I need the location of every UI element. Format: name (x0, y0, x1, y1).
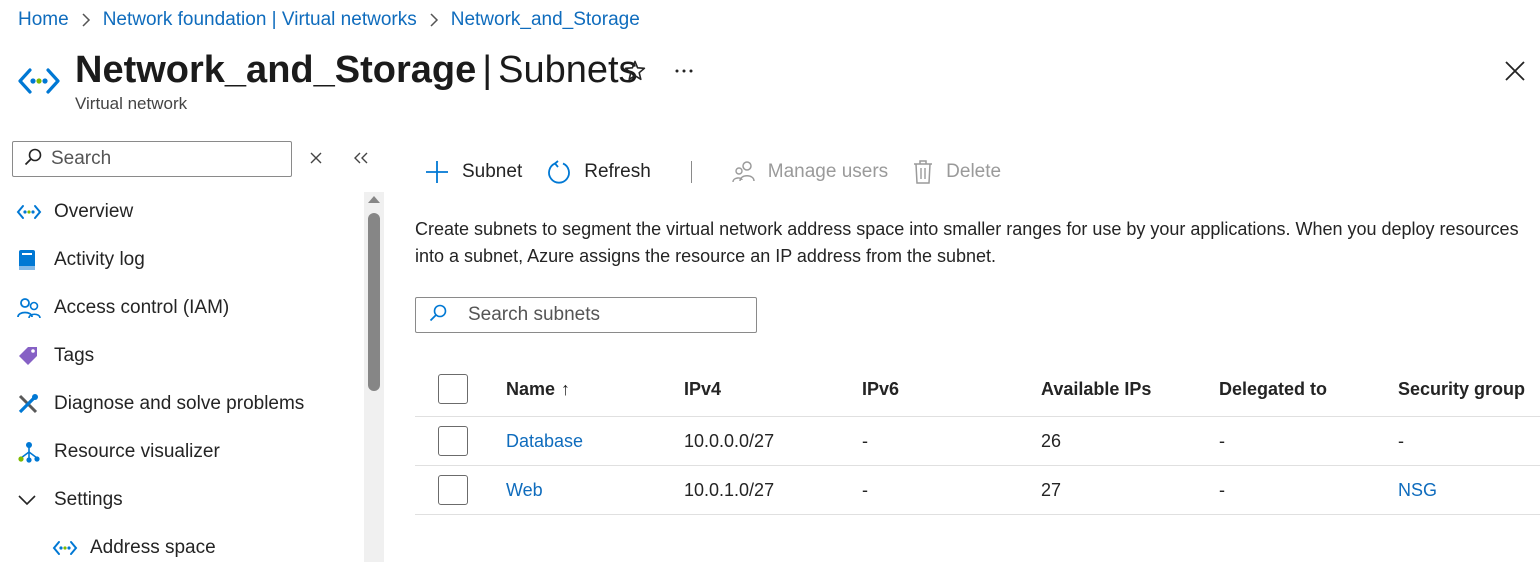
trash-icon (914, 160, 933, 184)
vnet-icon (12, 198, 54, 226)
available-ips-cell: 26 (1041, 430, 1062, 451)
breadcrumb-resource[interactable]: Network_and_Storage (451, 9, 640, 31)
sidebar-scrollbar-thumb[interactable] (368, 213, 380, 391)
sidebar-item-label: Overview (54, 201, 134, 222)
sidebar-item-overview[interactable]: Overview (12, 188, 362, 236)
table-header-row: Name ↑ IPv4 IPv6 Available IPs Delegated … (415, 362, 1540, 417)
scroll-up-arrow-icon[interactable] (366, 192, 382, 206)
sort-ascending-icon: ↑ (561, 378, 571, 399)
search-icon (428, 303, 448, 328)
visualizer-icon (12, 438, 54, 466)
delegated-to-cell: - (1219, 430, 1225, 451)
sidebar-item-label: Tags (54, 345, 95, 366)
sidebar-item-iam[interactable]: Access control (IAM) (12, 284, 362, 332)
breadcrumb-virtual-networks[interactable]: Network foundation | Virtual networks (103, 9, 417, 31)
sidebar-item-diagnose[interactable]: Diagnose and solve problems (12, 380, 362, 428)
sidebar-nav: Overview Activity log Access control (IA… (12, 188, 362, 562)
chevron-right-icon (417, 13, 451, 27)
clear-search-icon[interactable] (306, 148, 326, 168)
sidebar-search-box (12, 141, 292, 177)
vnet-icon (48, 534, 90, 562)
column-header-label: Name (506, 378, 556, 399)
sidebar-item-activity-log[interactable]: Activity log (12, 236, 362, 284)
select-all-cell (415, 374, 506, 404)
activity-log-icon (12, 246, 54, 274)
ipv6-cell: - (862, 430, 868, 451)
sidebar-item-label: Access control (IAM) (54, 297, 230, 318)
title-separator: | (482, 49, 493, 91)
sidebar-item-label: Address space (90, 537, 216, 558)
column-header-security-group[interactable]: Security group (1398, 379, 1540, 400)
close-icon[interactable] (1502, 58, 1528, 84)
delete-label: Delete (946, 161, 1002, 182)
delegated-to-cell: - (1219, 479, 1225, 500)
sidebar-item-label: Diagnose and solve problems (54, 393, 305, 414)
sidebar-item-tags[interactable]: Tags (12, 332, 362, 380)
add-subnet-label: Subnet (462, 161, 523, 182)
security-group-link[interactable]: NSG (1398, 480, 1540, 501)
page-subtitle: Virtual network (75, 94, 188, 113)
column-header-name[interactable]: Name ↑ (506, 379, 684, 400)
sidebar-item-resource-visualizer[interactable]: Resource visualizer (12, 428, 362, 476)
breadcrumb: Home Network foundation | Virtual networ… (18, 8, 640, 32)
table-row: Web 10.0.1.0/27 - 27 - NSG (415, 466, 1540, 515)
available-ips-cell: 27 (1041, 479, 1062, 500)
refresh-icon (548, 160, 571, 184)
chevron-down-icon (12, 486, 54, 514)
sidebar-search-input[interactable] (51, 148, 281, 170)
ipv4-cell: 10.0.1.0/27 (684, 479, 775, 500)
select-all-checkbox[interactable] (438, 374, 468, 404)
ipv6-cell: - (862, 479, 868, 500)
table-row: Database 10.0.0.0/27 - 26 - - (415, 417, 1540, 466)
command-bar: Subnet Refresh Manage users Delete (424, 156, 1001, 188)
tag-icon (12, 342, 54, 370)
row-checkbox[interactable] (438, 475, 468, 505)
vnet-icon (18, 64, 60, 98)
favorite-star-icon[interactable] (622, 58, 648, 84)
ipv4-cell: 10.0.0.0/27 (684, 430, 775, 451)
toolbar-divider (690, 161, 692, 183)
row-checkbox[interactable] (438, 426, 468, 456)
column-header-ipv6[interactable]: IPv6 (862, 379, 1041, 400)
collapse-sidebar-icon[interactable] (350, 148, 372, 168)
page-title: Network_and_Storage | Subnets (75, 48, 638, 92)
plus-icon (426, 161, 448, 183)
column-header-delegated-to[interactable]: Delegated to (1219, 379, 1398, 400)
more-options-icon[interactable] (672, 58, 698, 84)
wrench-icon (12, 390, 54, 418)
column-header-ipv4[interactable]: IPv4 (684, 379, 862, 400)
refresh-label: Refresh (584, 161, 651, 182)
add-subnet-button[interactable]: Subnet (424, 159, 522, 185)
manage-users-label: Manage users (767, 161, 889, 182)
manage-users-button[interactable]: Manage users (732, 160, 888, 184)
chevron-right-icon (69, 13, 103, 27)
subnet-search-box (415, 297, 757, 333)
row-select-cell (415, 475, 506, 505)
iam-icon (12, 294, 54, 322)
resource-name: Network_and_Storage (75, 49, 477, 91)
column-header-available-ips[interactable]: Available IPs (1041, 379, 1219, 400)
blade-name: Subnets (498, 49, 638, 91)
manage-users-icon (732, 161, 755, 183)
sidebar-item-label: Settings (54, 489, 123, 510)
subnet-search-input[interactable] (468, 304, 748, 326)
sidebar-item-settings[interactable]: Settings (12, 476, 362, 524)
subnet-name-link[interactable]: Database (506, 431, 684, 452)
page-description: Create subnets to segment the virtual ne… (415, 219, 1519, 266)
refresh-button[interactable]: Refresh (546, 159, 651, 185)
subnet-name-link[interactable]: Web (506, 480, 684, 501)
subnets-table: Name ↑ IPv4 IPv6 Available IPs Delegated … (415, 362, 1540, 515)
breadcrumb-home[interactable]: Home (18, 9, 69, 31)
sidebar-item-address-space[interactable]: Address space (12, 524, 362, 562)
sidebar-item-label: Activity log (54, 249, 145, 270)
search-icon (23, 147, 43, 172)
sidebar-item-label: Resource visualizer (54, 441, 220, 462)
row-select-cell (415, 426, 506, 456)
delete-button[interactable]: Delete (912, 159, 1001, 185)
security-group-cell: - (1398, 430, 1404, 451)
